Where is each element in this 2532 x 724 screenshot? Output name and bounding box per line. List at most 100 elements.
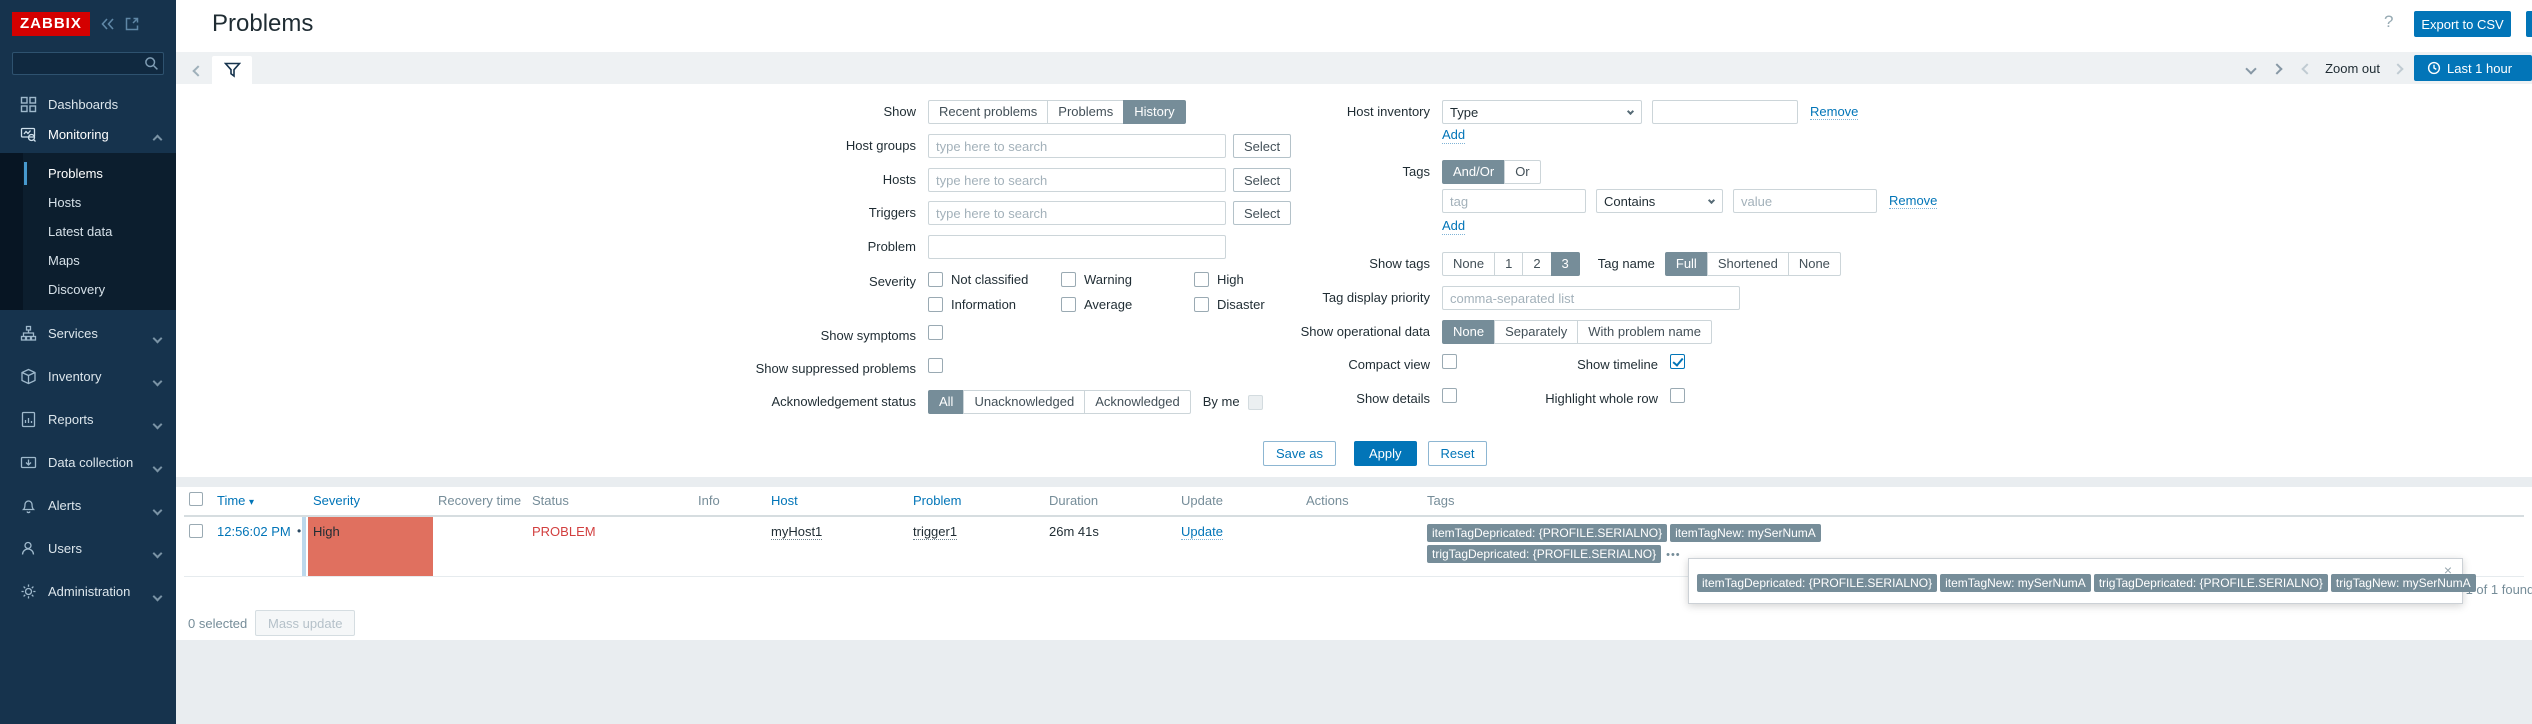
sidebar-item-users[interactable]: Users	[0, 531, 176, 565]
column-header-severity[interactable]: Severity	[308, 487, 433, 516]
zabbix-logo[interactable]: ZABBIX	[12, 12, 90, 36]
select-all-checkbox[interactable]	[189, 492, 203, 506]
tag-name-input[interactable]	[1442, 189, 1586, 213]
sidebar-item-maps[interactable]: Maps	[23, 246, 176, 275]
table-header-row: Time ▾ Severity Recovery time Status Inf…	[184, 487, 2524, 516]
filter-buttons: Save as Apply Reset	[1263, 441, 1487, 466]
time-back-icon[interactable]	[2303, 61, 2311, 76]
status-cell[interactable]: PROBLEM	[527, 516, 693, 576]
tag-chip[interactable]: trigTagDepricated: {PROFILE.SERIALNO}	[2094, 574, 2328, 592]
ack-option-unacknowledged[interactable]: Unacknowledged	[963, 390, 1085, 414]
row-checkbox[interactable]	[189, 524, 203, 538]
zoom-out-button[interactable]: Zoom out	[2325, 61, 2380, 76]
sidebar-item-discovery[interactable]: Discovery	[23, 275, 176, 304]
tag-name-segmented: Full Shortened None	[1665, 252, 1841, 276]
collapse-sidebar-icon[interactable]	[100, 17, 115, 31]
apply-button[interactable]: Apply	[1354, 441, 1417, 466]
sidebar-item-dashboards[interactable]: Dashboards	[0, 89, 176, 119]
next-filter-icon[interactable]	[2273, 61, 2281, 76]
tag-display-priority-input[interactable]	[1442, 286, 1740, 310]
show-tags-none[interactable]: None	[1442, 252, 1495, 276]
collapse-filter-icon[interactable]	[2247, 61, 2255, 76]
reset-button[interactable]: Reset	[1428, 441, 1488, 466]
column-header-time[interactable]: Time ▾	[212, 487, 292, 516]
problem-time-link[interactable]: 12:56:02 PM	[217, 524, 291, 539]
op-data-separately[interactable]: Separately	[1494, 320, 1578, 344]
dashboards-icon	[20, 96, 37, 113]
problem-link[interactable]: trigger1	[913, 524, 957, 540]
sidebar-item-latest-data[interactable]: Latest data	[23, 217, 176, 246]
tags-operator-or[interactable]: Or	[1504, 160, 1540, 184]
show-timeline-checkbox[interactable]	[1670, 354, 1685, 369]
sidebar-item-services[interactable]: Services	[0, 316, 176, 350]
save-as-button[interactable]: Save as	[1263, 441, 1336, 466]
export-to-csv-button[interactable]: Export to CSV	[2414, 11, 2511, 37]
host-inventory-value-input[interactable]	[1652, 100, 1798, 124]
column-header-host[interactable]: Host	[766, 487, 908, 516]
tag-value-input[interactable]	[1733, 189, 1877, 213]
filter-tab[interactable]	[212, 56, 252, 84]
recovery-time-cell	[433, 516, 527, 576]
compact-view-checkbox[interactable]	[1442, 354, 1457, 369]
time-forward-icon[interactable]	[2394, 61, 2402, 76]
search-input[interactable]	[12, 52, 164, 75]
severity-average-checkbox[interactable]	[1061, 297, 1076, 312]
sidebar-item-inventory[interactable]: Inventory	[0, 359, 176, 393]
sidebar-item-administration[interactable]: Administration	[0, 574, 176, 608]
severity-information-checkbox[interactable]	[928, 297, 943, 312]
show-option-recent[interactable]: Recent problems	[928, 100, 1048, 124]
more-tags-button[interactable]: •••	[1666, 549, 1681, 561]
op-data-none[interactable]: None	[1442, 320, 1495, 344]
host-inventory-type-select[interactable]: Type	[1442, 100, 1642, 124]
kiosk-mode-button[interactable]	[2526, 11, 2532, 37]
tag-chip[interactable]: itemTagDepricated: {PROFILE.SERIALNO}	[1697, 574, 1937, 592]
gear-icon	[20, 583, 37, 600]
sidebar-item-hosts[interactable]: Hosts	[23, 188, 176, 217]
highlight-whole-row-checkbox[interactable]	[1670, 388, 1685, 403]
tag-chip[interactable]: trigTagDepricated: {PROFILE.SERIALNO}	[1427, 545, 1661, 563]
tag-add-link[interactable]: Add	[1442, 217, 1465, 235]
tag-chip[interactable]: itemTagNew: mySerNumA	[1940, 574, 2091, 592]
tag-chip[interactable]: itemTagNew: mySerNumA	[1670, 524, 1821, 542]
help-icon[interactable]: ?	[2384, 12, 2393, 32]
tag-name-none[interactable]: None	[1788, 252, 1841, 276]
close-icon[interactable]: ×	[2444, 562, 2452, 578]
highlight-whole-row-label: Highlight whole row	[1457, 388, 1670, 410]
host-inventory-remove-link[interactable]: Remove	[1810, 104, 1858, 120]
tags-operator-andor[interactable]: And/Or	[1442, 160, 1505, 184]
sidebar-item-data-collection[interactable]: Data collection	[0, 445, 176, 479]
tag-match-select[interactable]: Contains	[1596, 189, 1723, 213]
show-tags-2[interactable]: 2	[1522, 252, 1551, 276]
show-details-checkbox[interactable]	[1442, 388, 1457, 403]
show-symptoms-checkbox[interactable]	[928, 325, 943, 340]
op-data-with-problem-name[interactable]: With problem name	[1577, 320, 1712, 344]
host-inventory-add-link[interactable]: Add	[1442, 126, 1465, 144]
tag-remove-link[interactable]: Remove	[1889, 193, 1937, 209]
host-link[interactable]: myHost1	[771, 524, 822, 540]
column-header-recovery-time: Recovery time	[433, 487, 527, 516]
previous-filter-icon[interactable]	[194, 63, 202, 78]
inventory-icon	[20, 368, 37, 385]
tag-chip[interactable]: trigTagNew: mySerNumA	[2331, 574, 2476, 592]
show-tags-3[interactable]: 3	[1551, 252, 1580, 276]
severity-warning-checkbox[interactable]	[1061, 272, 1076, 287]
sidebar-item-alerts[interactable]: Alerts	[0, 488, 176, 522]
mass-update-button[interactable]: Mass update	[255, 610, 355, 636]
severity-not-classified-checkbox[interactable]	[928, 272, 943, 287]
tag-chip[interactable]: itemTagDepricated: {PROFILE.SERIALNO}	[1427, 524, 1667, 542]
tag-name-shortened[interactable]: Shortened	[1707, 252, 1789, 276]
sidebar-item-monitoring[interactable]: Monitoring	[0, 119, 176, 149]
ack-option-all[interactable]: All	[928, 390, 964, 414]
show-tags-1[interactable]: 1	[1494, 252, 1523, 276]
show-suppressed-checkbox[interactable]	[928, 358, 943, 373]
update-link[interactable]: Update	[1181, 524, 1223, 540]
sidebar-item-problems[interactable]: Problems	[23, 159, 176, 188]
sidebar-item-label: Dashboards	[48, 97, 118, 112]
time-range-button[interactable]: Last 1 hour	[2414, 55, 2532, 81]
detach-sidebar-icon[interactable]	[125, 17, 139, 31]
tag-name-full[interactable]: Full	[1665, 252, 1708, 276]
host-inventory-label: Host inventory	[1100, 100, 1442, 124]
column-header-problem[interactable]: Problem	[908, 487, 1044, 516]
severity-cell[interactable]: High	[308, 516, 433, 576]
sidebar-item-reports[interactable]: Reports	[0, 402, 176, 436]
